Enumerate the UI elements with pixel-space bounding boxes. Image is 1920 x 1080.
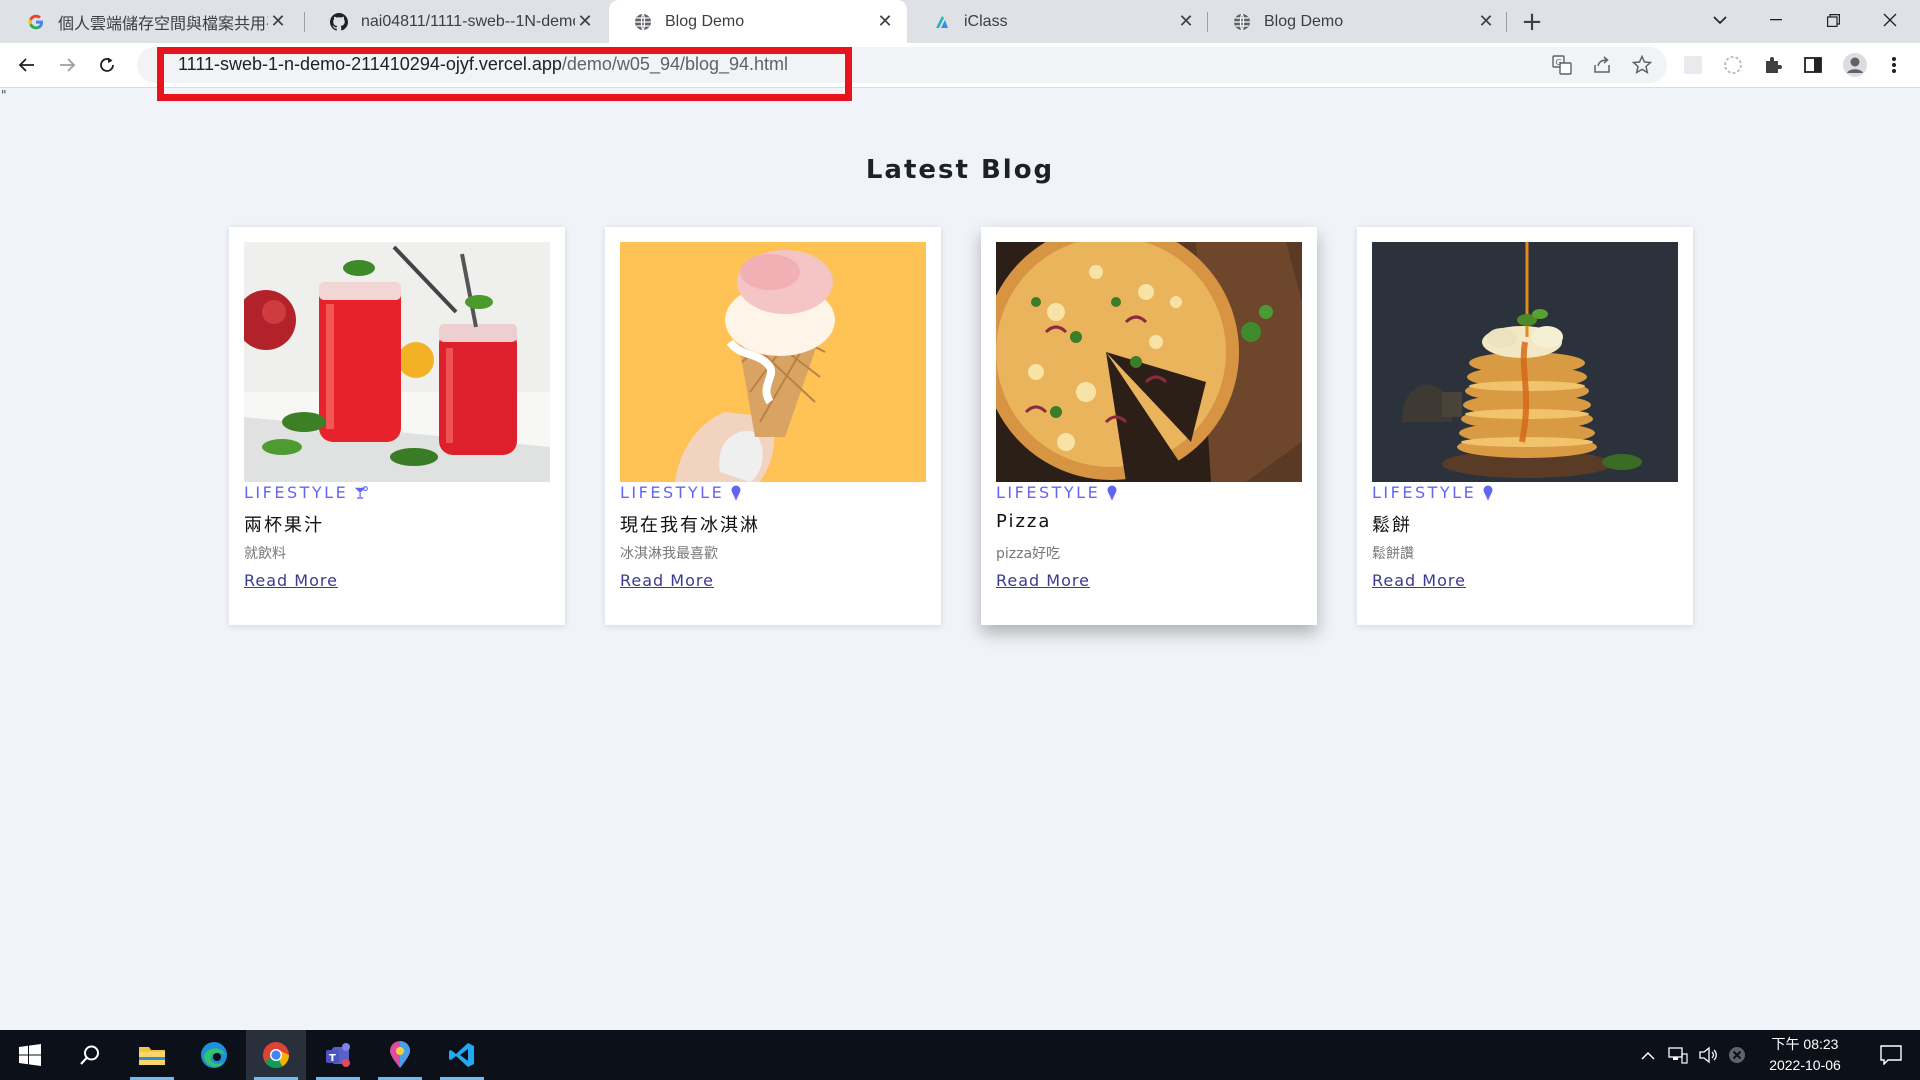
reload-icon[interactable] [91, 49, 123, 81]
blog-card: LIFESTYLE 兩杯果汁 就飲料 Read More [229, 227, 565, 625]
tab-title: Blog Demo [665, 12, 745, 30]
close-icon[interactable]: ✕ [575, 11, 595, 32]
restore-icon[interactable] [1805, 0, 1861, 40]
tab-title: iClass [964, 12, 1008, 30]
ice-cream-cone-image [620, 242, 926, 482]
window-close-icon[interactable] [1862, 0, 1918, 40]
pancakes-image [1372, 242, 1678, 482]
chevron-up-icon[interactable] [1635, 1030, 1661, 1080]
network-icon[interactable] [1664, 1030, 1692, 1080]
tab-blog-demo[interactable]: Blog Demo ✕ [1208, 0, 1508, 43]
stray-text: " [1, 88, 7, 102]
globe-icon [1233, 13, 1251, 31]
start-icon[interactable] [0, 1030, 60, 1080]
category-label: LIFESTYLE [1372, 483, 1496, 502]
taskbar: T 下午 08:23 2022-10-06 [0, 1030, 1920, 1080]
globe-icon [634, 13, 652, 31]
close-icon[interactable]: ✕ [268, 11, 288, 32]
category-label: LIFESTYLE [244, 483, 369, 502]
category-label: LIFESTYLE [996, 483, 1120, 502]
pizza-image [996, 242, 1302, 482]
tab-strip: 個人雲端儲存空間與檔案共用平台 ✕ nai04811/1111-sweb--1N… [0, 0, 1920, 43]
category-text: LIFESTYLE [1372, 483, 1477, 502]
tab-iclass[interactable]: iClass ✕ [908, 0, 1208, 43]
blog-card: LIFESTYLE Pizza pizza好吃 Read More [981, 227, 1317, 625]
svg-text:T: T [329, 1053, 336, 1064]
extension-spinner-icon[interactable] [1721, 53, 1745, 77]
category-text: LIFESTYLE [244, 483, 349, 502]
chrome-icon[interactable] [246, 1030, 306, 1080]
profile-avatar-icon[interactable] [1841, 51, 1869, 79]
iclass-icon [933, 13, 951, 31]
tab-separator [1506, 12, 1507, 32]
card-title: Pizza [996, 511, 1052, 532]
category-label: LIFESTYLE [620, 483, 744, 502]
google-icon [27, 13, 45, 31]
card-description: pizza好吃 [996, 546, 1061, 562]
file-explorer-icon[interactable] [122, 1030, 182, 1080]
card-title: 鬆餅 [1372, 515, 1412, 536]
bookmark-star-icon[interactable] [1630, 53, 1654, 77]
volume-icon[interactable] [1694, 1030, 1722, 1080]
chrome-menu-icon[interactable] [1882, 53, 1906, 77]
teams-icon[interactable]: T [308, 1030, 368, 1080]
juice-jars-image [244, 242, 550, 482]
page-title: Latest Blog [865, 155, 1055, 185]
ice-cream-icon [1106, 485, 1120, 501]
close-icon[interactable]: ✕ [1176, 11, 1196, 32]
translate-icon[interactable]: G [1550, 53, 1574, 77]
extensions-puzzle-icon[interactable] [1761, 53, 1785, 77]
card-title: 現在我有冰淇淋 [620, 515, 760, 536]
side-panel-icon[interactable] [1801, 53, 1825, 77]
clock-date: 2022-10-06 [1769, 1057, 1841, 1073]
minimize-icon[interactable] [1748, 0, 1804, 40]
edge-icon[interactable] [184, 1030, 244, 1080]
back-arrow-icon[interactable] [11, 49, 43, 81]
read-more-link[interactable]: Read More [244, 571, 338, 590]
card-description: 就飲料 [244, 546, 286, 562]
clock-time: 下午 08:23 [1771, 1036, 1839, 1052]
close-icon[interactable]: ✕ [1476, 11, 1496, 32]
tab-title: 個人雲端儲存空間與檔案共用平台 [58, 15, 268, 33]
search-icon[interactable] [60, 1030, 120, 1080]
extension-placeholder-icon[interactable] [1681, 53, 1705, 77]
read-more-link[interactable]: Read More [996, 571, 1090, 590]
tab-google-drive[interactable]: 個人雲端儲存空間與檔案共用平台 ✕ [0, 0, 300, 43]
notification-icon[interactable] [1862, 1030, 1920, 1080]
vscode-icon[interactable] [432, 1030, 492, 1080]
read-more-link[interactable]: Read More [620, 571, 714, 590]
tab-search-chevron-icon[interactable] [1692, 0, 1748, 40]
tab-title: nai04811/1111-sweb--1N-demo [361, 12, 575, 30]
tab-blog-demo-active[interactable]: Blog Demo ✕ [609, 0, 907, 43]
read-more-link[interactable]: Read More [1372, 571, 1466, 590]
cocktail-icon [354, 485, 369, 501]
svg-text:G: G [1556, 58, 1562, 67]
ice-cream-icon [1482, 485, 1496, 501]
error-status-icon[interactable] [1724, 1030, 1750, 1080]
card-title: 兩杯果汁 [244, 515, 324, 536]
ice-cream-icon [730, 485, 744, 501]
maps-icon[interactable] [370, 1030, 430, 1080]
github-icon [330, 12, 348, 31]
category-text: LIFESTYLE [620, 483, 725, 502]
card-description: 冰淇淋我最喜歡 [620, 546, 718, 562]
share-icon[interactable] [1590, 53, 1614, 77]
tab-github[interactable]: nai04811/1111-sweb--1N-demo ✕ [305, 0, 607, 43]
url-highlight-box [157, 47, 852, 101]
system-clock[interactable]: 下午 08:23 2022-10-06 [1750, 1034, 1860, 1076]
category-text: LIFESTYLE [996, 483, 1101, 502]
blog-card: LIFESTYLE 鬆餅 鬆餅讚 Read More [1357, 227, 1693, 625]
forward-arrow-icon[interactable] [51, 49, 83, 81]
close-icon[interactable]: ✕ [875, 11, 895, 32]
blog-card: LIFESTYLE 現在我有冰淇淋 冰淇淋我最喜歡 Read More [605, 227, 941, 625]
card-description: 鬆餅讚 [1372, 546, 1414, 562]
new-tab-plus-icon[interactable]: + [1517, 7, 1547, 37]
tab-title: Blog Demo [1264, 12, 1344, 30]
